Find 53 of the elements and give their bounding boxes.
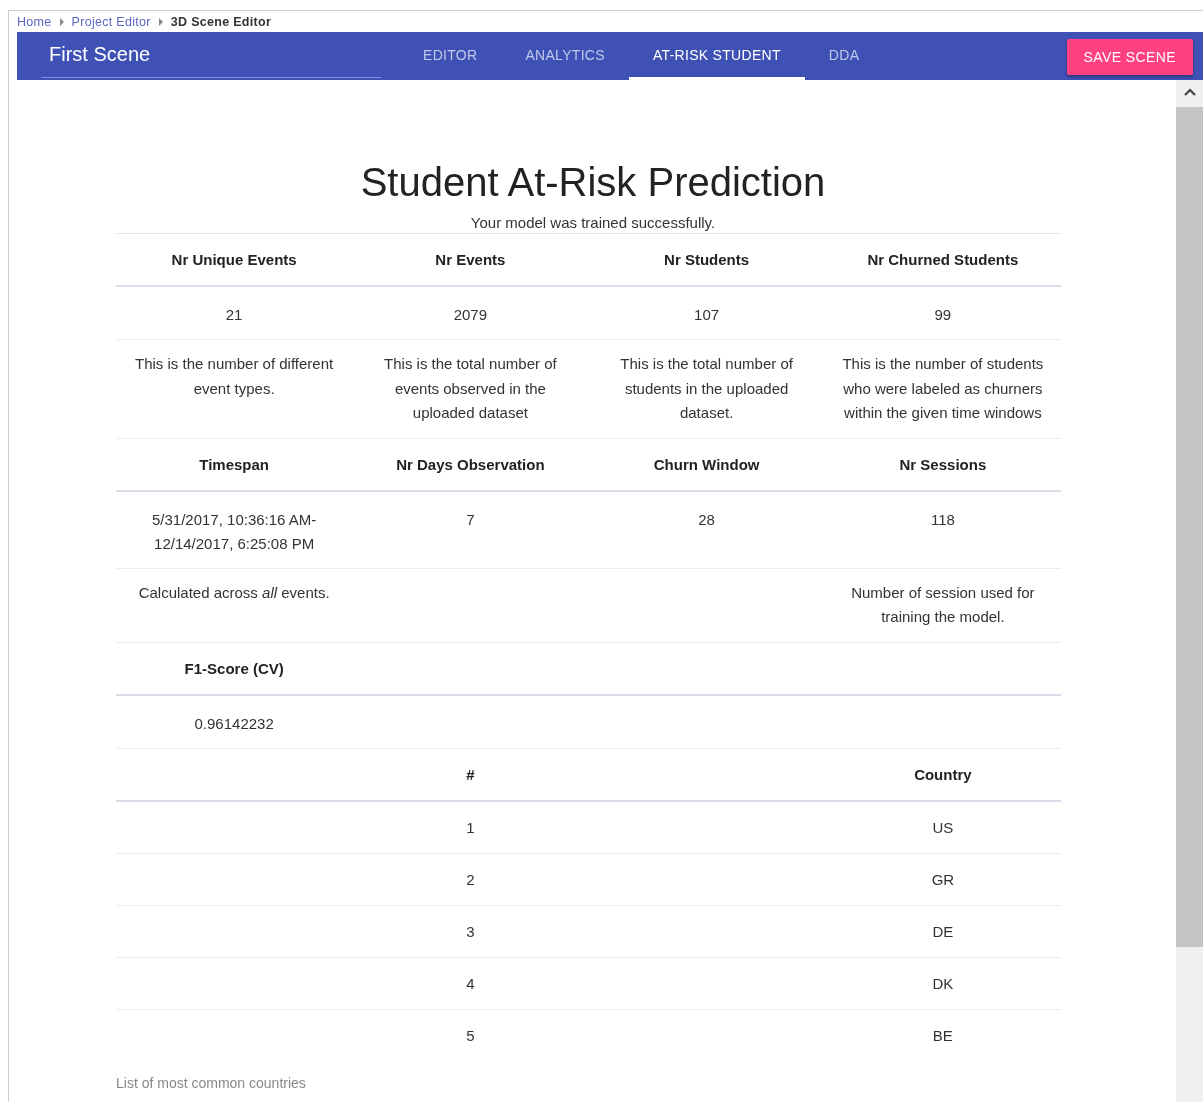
tab[interactable]: DDA [804,32,884,80]
table-cell: 99 [824,286,1061,340]
scene-name: First Scene [41,32,381,78]
table-cell: DE [824,905,1061,957]
column-header: Nr Students [588,233,825,286]
breadcrumb-link[interactable]: Home [17,14,52,29]
table-cell: 0.96142232 [116,694,353,748]
column-header: F1-Score (CV) [116,642,353,695]
column-header: Timespan [116,438,353,491]
table-cell: 5/31/2017, 10:36:16 AM-12/14/2017, 6:25:08 PM [116,490,353,568]
column-header: Nr Sessions [824,438,1061,491]
table-cell: 2079 [352,286,589,340]
tab[interactable]: AT-RISK STUDENT [628,32,805,80]
column-header: Nr Unique Events [116,233,353,286]
page-title: Student At-Risk Prediction [359,160,827,204]
chevron-icon [58,17,65,26]
table-cell: 107 [588,286,825,340]
breadcrumb-link[interactable]: Project Editor [71,14,151,29]
save-scene-button[interactable]: SAVE SCENE [1066,39,1193,75]
scrollbar[interactable] [1176,80,1203,1102]
table-cell: 7 [352,490,589,568]
cell-note: This is the total number of students in the uploaded dataset. [588,339,825,438]
tab[interactable]: ANALYTICS [501,32,629,80]
tab[interactable]: EDITOR [399,32,502,80]
table-caption: List of most common countries [116,1074,307,1091]
table-cell: 118 [824,490,1061,568]
cell-note: Calculated across all events. [116,568,353,642]
table-cell: 21 [116,286,353,340]
column-header: Nr Events [352,233,589,286]
table-cell: 28 [588,490,825,568]
table-cell: US [824,800,1061,853]
table-cell: 2 [116,853,825,905]
cell-note: This is the number of different event types. [116,339,353,438]
cell-note: Number of session used for training the model. [824,568,1061,642]
table-cell: DK [824,957,1061,1009]
column-header: Country [824,748,1061,801]
column-header: # [116,748,825,801]
breadcrumb-current: 3D Scene Editor [170,14,272,29]
table-cell: 4 [116,957,825,1009]
chevron-icon [157,17,164,26]
column-header: Nr Days Observation [352,438,589,491]
cell-note: This is the number of students who were labeled as churners within the given time windows [824,339,1061,438]
column-header: Nr Churned Students [824,233,1061,286]
table-cell: BE [824,1009,1061,1061]
table-cell: 5 [116,1009,825,1061]
table-cell: 1 [116,800,825,853]
scrollbar-thumb[interactable] [1176,107,1203,947]
column-header: Churn Window [588,438,825,491]
table-cell: GR [824,853,1061,905]
cell-note: This is the total number of events observed in the uploaded dataset [352,339,589,438]
table-cell: 3 [116,905,825,957]
scroll-up-icon[interactable] [1183,88,1196,96]
status-message: Your model was trained successfully. [469,214,717,231]
